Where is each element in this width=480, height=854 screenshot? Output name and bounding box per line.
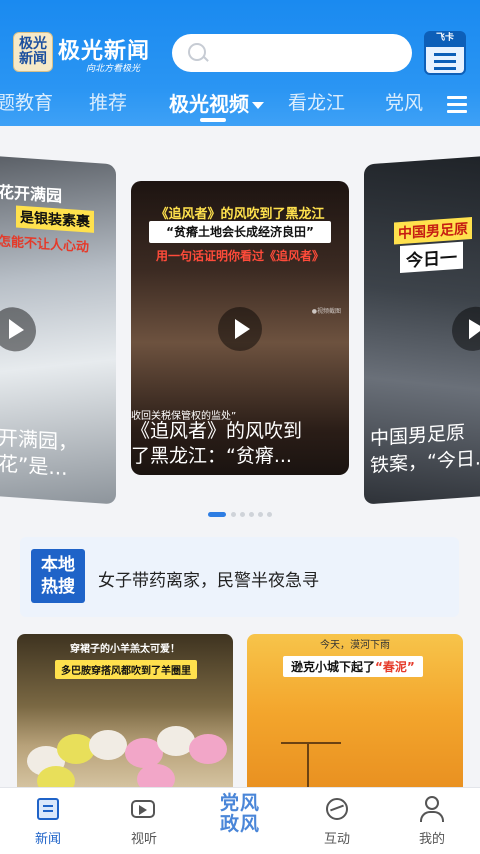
play-icon[interactable] [0,305,36,353]
app-logo[interactable]: 极光 新闻 [13,32,53,72]
carousel-card-left[interactable]: 花开满园 是银装素裹 怎能不让人心动 开满园， 花”是... [0,155,116,505]
video-icon [131,800,155,818]
pagination-dot-active[interactable] [208,512,226,517]
profile-icon [420,796,444,822]
badge-line2: 热搜 [41,577,75,597]
card-subtitle: 怎能不让人心动 [0,234,90,256]
tab-education[interactable]: 题教育 [0,88,53,115]
thumb-title: 穿裙子的小羊羔太可爱！ [70,644,180,655]
card-caption: 开满园， 花”是... [0,424,78,482]
nav-profile-label: 我的 [418,832,445,847]
pagination-dot[interactable] [231,512,236,517]
tab-recommend[interactable]: 推荐 [89,88,127,115]
watermark: ●视频截图 [311,308,341,315]
card-title: 《追风者》的风吹到了黑龙江 [155,207,325,222]
carousel-card-center[interactable]: 《追风者》的风吹到了黑龙江 “贫瘠土地会长成经济良田” 用一句话证明你看过《追风… [131,181,349,475]
news-icon [37,798,59,820]
pagination-dot[interactable] [249,512,254,517]
search-input[interactable] [172,34,412,72]
nav-video[interactable]: 视听 [109,788,179,854]
card-caption: 《追风者》的风吹到 了黑龙江：“贫瘠... [131,419,349,469]
nav-profile[interactable]: 我的 [397,788,467,854]
app-slogan: 向北方看极光 [86,64,141,74]
logo-text-line2: 新闻 [19,51,47,67]
interact-icon [326,798,348,820]
card-caption: 中国男足原 铁案，“今日... [370,418,480,481]
nav-interact-label: 互动 [323,832,350,847]
street-lamp-shape [281,742,341,792]
channel-tabs: 题教育 推荐 极光视频 看龙江 党风 [0,86,440,122]
tab-aurora-video[interactable]: 极光视频 [169,88,264,117]
lamb-shape [89,730,127,760]
thumb-title: 今天，漠河下雨 [320,640,390,651]
nav-news[interactable]: 新闻 [13,788,83,854]
badge-line1: 本地 [41,555,75,575]
active-tab-indicator [200,118,226,122]
tab-heilongjiang[interactable]: 看龙江 [288,88,345,115]
feika-label: 飞卡 [424,31,466,45]
nav-video-label: 视听 [130,832,157,847]
caption-line1: 《追风者》的风吹到 [131,420,303,442]
nav-news-label: 新闻 [34,832,61,847]
menu-icon[interactable] [447,96,467,114]
center-logo-line1: 党风 [219,792,260,814]
logo-text-line1: 极光 [19,36,47,52]
tab-party-style[interactable]: 党风 [385,88,423,115]
card-highlight: 是银装素裹 [16,205,94,233]
card-title: 花开满园 [0,182,63,206]
play-icon[interactable] [218,307,262,351]
caption-line2: 了黑龙江：“贫瘠... [131,445,292,467]
video-thumbnail-lambs[interactable]: 穿裙子的小羊羔太可爱！ 多巴胺穿搭风都吹到了羊圈里 [17,634,233,794]
center-logo-line2: 政风 [219,813,260,835]
video-thumbnail-spring-mud[interactable]: 今天，漠河下雨 逊克小城下起了“春泥” [247,634,463,794]
thumb-subtitle: 逊克小城下起了“春泥” [283,656,423,677]
thumb-subtitle-highlight: “春泥” [375,660,415,674]
carousel-card-right[interactable]: 中国男足原 今日一 中国男足原 铁案，“今日... [364,155,480,505]
local-hot-search[interactable]: 本地 热搜 女子带药离家，民警半夜急寻 [20,537,459,617]
lamb-shape [189,734,227,764]
pagination-dot[interactable] [267,512,272,517]
local-hot-badge: 本地 热搜 [31,549,85,603]
hot-search-headline[interactable]: 女子带药离家，民警半夜急寻 [98,566,319,591]
app-header: 极光 新闻 极光新闻 向北方看极光 飞卡 题教育 推荐 极光视频 看龙江 党风 [0,0,480,126]
thumb-subtitle: 多巴胺穿搭风都吹到了羊圈里 [55,660,197,679]
party-style-logo-button[interactable]: 党风 政风 [209,793,271,847]
card-quote: “贫瘠土地会长成经济良田” [149,221,331,243]
card-subtitle: 用一句话证明你看过《追风者》 [155,249,324,263]
card-title: 中国男足原 [394,216,472,245]
play-icon[interactable] [452,305,480,353]
thumb-subtitle-text: 逊克小城下起了 [291,660,376,674]
nav-interact[interactable]: 互动 [302,788,372,854]
tab-aurora-video-label: 极光视频 [169,92,249,116]
card-highlight: 今日一 [400,241,463,274]
dropdown-arrow-icon [252,102,264,109]
search-icon [188,43,206,61]
pagination-dot[interactable] [258,512,263,517]
feika-button[interactable]: 飞卡 [424,31,466,75]
pagination-dot[interactable] [240,512,245,517]
caption-line2: 花”是... [0,451,68,481]
card-icon [424,45,466,75]
